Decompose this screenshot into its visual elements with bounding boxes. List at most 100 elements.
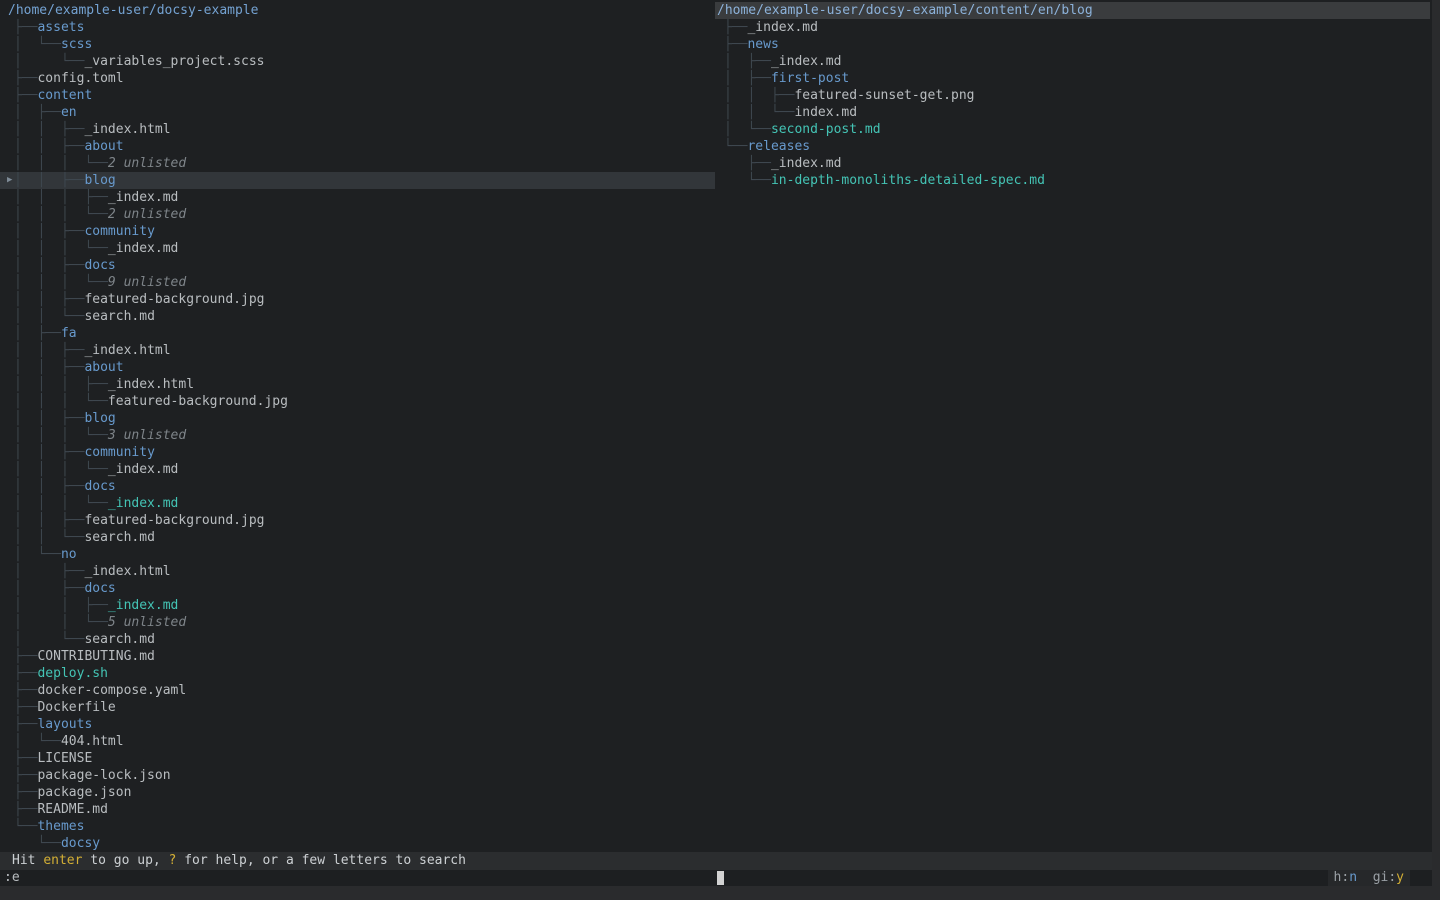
tree-row-docs[interactable]: │ ├──docs — [0, 580, 715, 597]
tree-row--index-md[interactable]: ├──_index.md — [715, 155, 1432, 172]
tree-row--index-html[interactable]: │ │ ├──_index.html — [0, 342, 715, 359]
tree-row--index-md[interactable]: │ │ │ ├──_index.md — [0, 189, 715, 206]
tree-row-config-toml[interactable]: ├──config.toml — [0, 70, 715, 87]
tree-row-search-md[interactable]: │ │ └──search.md — [0, 308, 715, 325]
tree-row-package-json[interactable]: ├──package.json — [0, 784, 715, 801]
tree-row-404-html[interactable]: │ └──404.html — [0, 733, 715, 750]
tree-row-layouts[interactable]: ├──layouts — [0, 716, 715, 733]
tree-row-docs[interactable]: │ │ ├──docs — [0, 257, 715, 274]
tree-row-readme-md[interactable]: ├──README.md — [0, 801, 715, 818]
tree-row-scss[interactable]: │ └──scss — [0, 36, 715, 53]
tree-branch-lines: │ └── — [14, 547, 61, 562]
tree-row-5-unlisted[interactable]: │ │ └──5 unlisted — [0, 614, 715, 631]
entry-label: community — [84, 224, 154, 239]
tree-branch-lines: ├── — [14, 683, 37, 698]
tree-row-community[interactable]: │ │ ├──community — [0, 223, 715, 240]
entry-label: deploy.sh — [37, 666, 107, 681]
tree-row-docsy[interactable]: └──docsy — [0, 835, 715, 852]
tree-row--index-md[interactable]: │ ├──_index.md — [715, 53, 1432, 70]
tree-row-docs[interactable]: │ │ ├──docs — [0, 478, 715, 495]
tree-row--index-md[interactable]: │ │ │ └──_index.md — [0, 461, 715, 478]
tree-branch-lines: │ │ ├── — [14, 139, 84, 154]
flag-separator — [1357, 870, 1373, 885]
command-input-value[interactable]: :e — [4, 870, 20, 886]
tree-row-dockerfile[interactable]: ├──Dockerfile — [0, 699, 715, 716]
status-segment: enter — [43, 853, 82, 868]
entry-label: _variables_project.scss — [84, 54, 264, 69]
tree-branch-lines: ├── — [14, 768, 37, 783]
entry-label: blog — [84, 411, 115, 426]
tree-row--index-html[interactable]: │ │ │ ├──_index.html — [0, 376, 715, 393]
tree-row--index-html[interactable]: │ ├──_index.html — [0, 563, 715, 580]
tree-row-search-md[interactable]: │ └──search.md — [0, 631, 715, 648]
tree-row-news[interactable]: ├──news — [715, 36, 1432, 53]
tree-row-blog[interactable]: │ │ ├──blog — [0, 410, 715, 427]
tree-row-releases[interactable]: └──releases — [715, 138, 1432, 155]
tree-row-assets[interactable]: ├──assets — [0, 19, 715, 36]
tree-branch-lines: │ │ ├── — [14, 445, 84, 460]
tree-row-license[interactable]: ├──LICENSE — [0, 750, 715, 767]
tree-row-2-unlisted[interactable]: │ │ │ └──2 unlisted — [0, 155, 715, 172]
entry-label: 9 unlisted — [108, 275, 186, 290]
tree-row--index-md[interactable]: ├──_index.md — [715, 19, 1432, 36]
tree-row-in-depth-monoliths-detailed-spec-md[interactable]: └──in-depth-monoliths-detailed-spec.md — [715, 172, 1432, 189]
entry-label: content — [37, 88, 92, 103]
tree-row-featured-background-jpg[interactable]: │ │ │ └──featured-background.jpg — [0, 393, 715, 410]
tree-row-2-unlisted[interactable]: │ │ │ └──2 unlisted — [0, 206, 715, 223]
tree-branch-lines: ├── — [14, 751, 37, 766]
tree-row-about[interactable]: │ │ ├──about — [0, 359, 715, 376]
tree-row-featured-sunset-get-png[interactable]: │ │ ├──featured-sunset-get.png — [715, 87, 1432, 104]
tree-row--index-md[interactable]: │ │ ├──_index.md — [0, 597, 715, 614]
tree-branch-lines: └── — [724, 173, 771, 188]
tree-row-docker-compose-yaml[interactable]: ├──docker-compose.yaml — [0, 682, 715, 699]
entry-label: _index.md — [108, 241, 178, 256]
entry-label: scss — [61, 37, 92, 52]
tree-row-blog[interactable]: ▶│ │ ├──blog — [0, 172, 715, 189]
tree-branch-lines: │ │ ├── — [14, 292, 84, 307]
broot-window: /home/example-user/docsy-example ├──asse… — [0, 0, 1432, 886]
tree-row-package-lock-json[interactable]: ├──package-lock.json — [0, 767, 715, 784]
entry-label: docsy — [61, 836, 100, 851]
right-file-tree: ├──_index.md├──news│ ├──_index.md│ ├──fi… — [715, 19, 1432, 189]
tree-branch-lines: │ ├── — [724, 54, 771, 69]
entry-label: docs — [84, 581, 115, 596]
tree-row--index-md[interactable]: │ │ │ └──_index.md — [0, 240, 715, 257]
entry-label: search.md — [84, 530, 154, 545]
tree-branch-lines: │ │ │ ├── — [14, 190, 108, 205]
entry-label: second-post.md — [771, 122, 881, 137]
tree-row-fa[interactable]: │ ├──fa — [0, 325, 715, 342]
tree-branch-lines: ├── — [14, 717, 37, 732]
tree-branch-lines: │ └── — [724, 122, 771, 137]
tree-row-themes[interactable]: └──themes — [0, 818, 715, 835]
tree-row-deploy-sh[interactable]: ├──deploy.sh — [0, 665, 715, 682]
tree-branch-lines: │ │ ├── — [14, 343, 84, 358]
entry-label: _index.md — [771, 156, 841, 171]
tree-row-en[interactable]: │ ├──en — [0, 104, 715, 121]
tree-row-content[interactable]: ├──content — [0, 87, 715, 104]
tree-row-about[interactable]: │ │ ├──about — [0, 138, 715, 155]
tree-row--variables-project-scss[interactable]: │ └──_variables_project.scss — [0, 53, 715, 70]
tree-row--index-md[interactable]: │ │ │ └──_index.md — [0, 495, 715, 512]
tree-row-featured-background-jpg[interactable]: │ │ ├──featured-background.jpg — [0, 512, 715, 529]
entry-label: docker-compose.yaml — [37, 683, 186, 698]
tree-row-first-post[interactable]: │ ├──first-post — [715, 70, 1432, 87]
tree-row-second-post-md[interactable]: │ └──second-post.md — [715, 121, 1432, 138]
tree-row-search-md[interactable]: │ │ └──search.md — [0, 529, 715, 546]
tree-row-9-unlisted[interactable]: │ │ │ └──9 unlisted — [0, 274, 715, 291]
tree-row-no[interactable]: │ └──no — [0, 546, 715, 563]
entry-label: 404.html — [61, 734, 124, 749]
tree-branch-lines: └── — [14, 836, 61, 851]
tree-row-index-md[interactable]: │ │ └──index.md — [715, 104, 1432, 121]
panel-right: /home/example-user/docsy-example/content… — [715, 2, 1432, 852]
tree-row--index-html[interactable]: │ │ ├──_index.html — [0, 121, 715, 138]
entry-label: docs — [84, 258, 115, 273]
tree-row-3-unlisted[interactable]: │ │ │ └──3 unlisted — [0, 427, 715, 444]
tree-row-community[interactable]: │ │ ├──community — [0, 444, 715, 461]
entry-label: docs — [84, 479, 115, 494]
tree-branch-lines: │ │ ├── — [14, 598, 108, 613]
entry-label: assets — [37, 20, 84, 35]
tree-row-featured-background-jpg[interactable]: │ │ ├──featured-background.jpg — [0, 291, 715, 308]
command-input-row[interactable]: :e h:n gi:y — [0, 870, 1432, 886]
tree-row-contributing-md[interactable]: ├──CONTRIBUTING.md — [0, 648, 715, 665]
entry-label: _index.md — [747, 20, 817, 35]
